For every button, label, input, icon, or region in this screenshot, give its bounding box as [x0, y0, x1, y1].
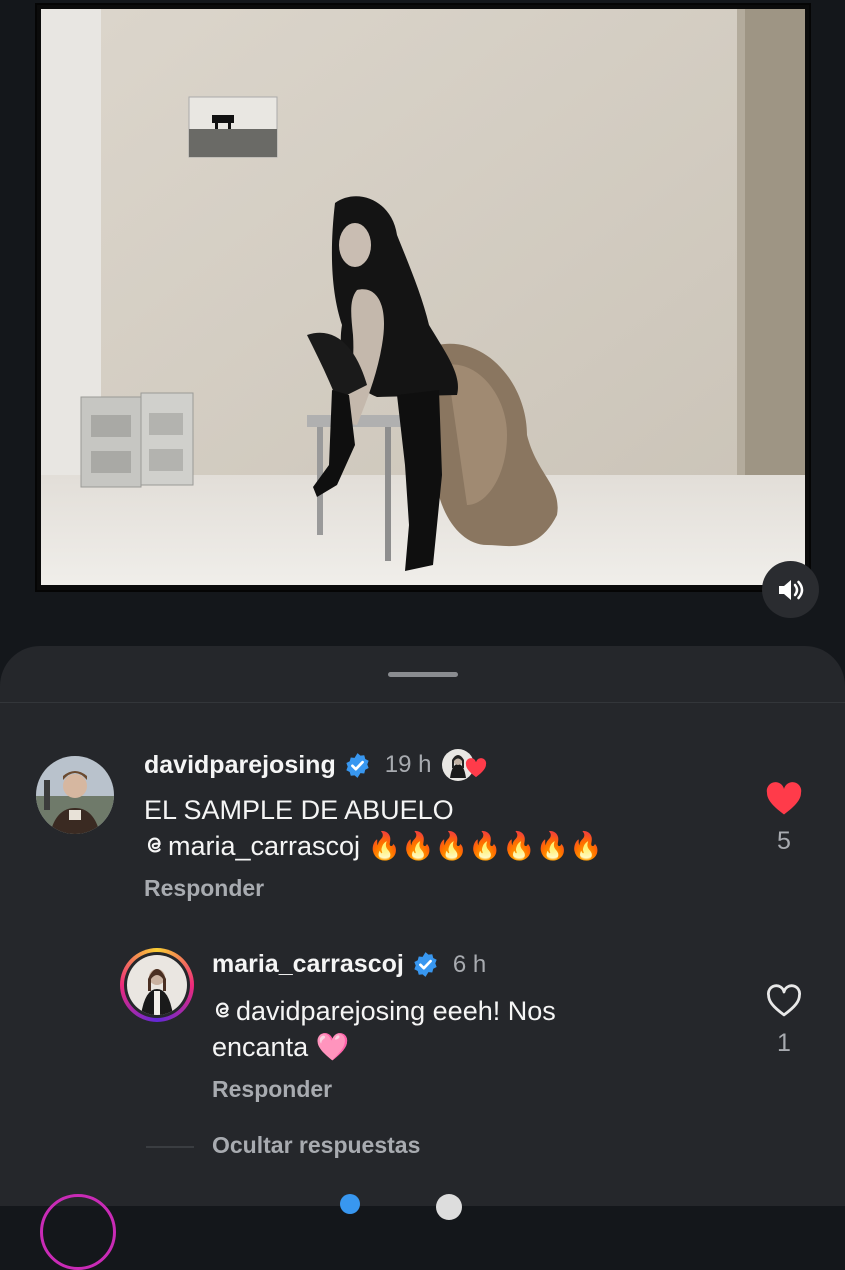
comment-text: eeeh! Nos: [432, 996, 556, 1026]
comment-mention[interactable]: davidparejosing: [236, 996, 425, 1026]
speaker-on-icon: [778, 579, 803, 600]
video-area: [0, 0, 845, 660]
comment-username[interactable]: maria_carrascoj: [212, 950, 404, 979]
reply-item: maria_carrascoj 6 h davidparejosing eeeh…: [0, 646, 845, 1106]
reply-button[interactable]: Responder: [212, 1076, 332, 1103]
hide-replies-button[interactable]: Ocultar respuestas: [212, 1132, 420, 1159]
verified-badge-icon: [414, 952, 437, 977]
video-frame-image: [37, 5, 809, 590]
heart-outline-icon: [767, 984, 801, 1017]
comment-text-line2: encanta: [212, 1032, 309, 1062]
like-count: 1: [777, 1029, 791, 1057]
pink-heart-emoji: 🩷: [315, 1032, 350, 1062]
mute-button[interactable]: [762, 561, 819, 618]
threads-mention-icon: [215, 1002, 229, 1018]
hide-replies-line: [146, 1146, 194, 1148]
like-button[interactable]: 1: [754, 984, 814, 1058]
comment-timestamp: 6 h: [452, 950, 487, 978]
avatar[interactable]: [120, 948, 194, 1022]
avatar[interactable]: [40, 1194, 116, 1270]
video-player[interactable]: [37, 5, 809, 590]
comments-sheet: davidparejosing 19 h EL SAMPLE DE ABUELO: [0, 646, 845, 1270]
creator-avatar-mini: [436, 1194, 462, 1220]
verified-badge-icon: [340, 1194, 360, 1214]
